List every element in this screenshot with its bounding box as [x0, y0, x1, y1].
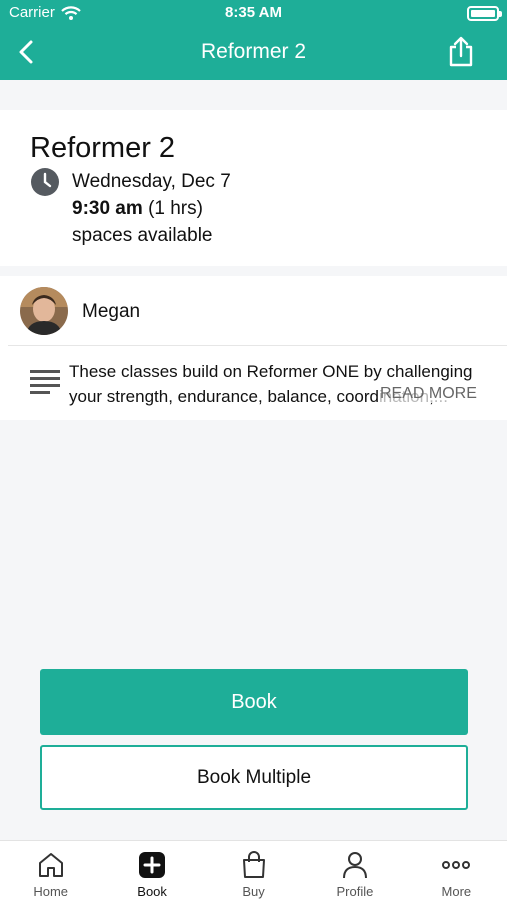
share-button[interactable] [445, 36, 477, 68]
tab-home[interactable]: Home [0, 841, 101, 900]
tab-bar: Home Book Buy Profile More [0, 840, 507, 900]
tab-profile-label: Profile [336, 884, 374, 899]
app-header: Carrier 8:35 AM Reformer 2 [0, 0, 507, 80]
tab-book[interactable]: Book [101, 841, 202, 900]
clock-icon [31, 168, 59, 196]
page-title: Reformer 2 [200, 40, 307, 63]
instructor-avatar[interactable] [20, 287, 68, 335]
ellipsis-icon [442, 861, 471, 869]
class-duration: (1 hrs) [148, 198, 203, 219]
tab-more[interactable]: More [406, 841, 507, 900]
battery-icon [467, 6, 502, 21]
tab-profile[interactable]: Profile [304, 841, 405, 900]
book-multiple-button[interactable]: Book Multiple [40, 745, 468, 810]
share-icon [449, 36, 473, 67]
tab-buy[interactable]: Buy [203, 841, 304, 900]
person-photo-icon [20, 287, 68, 335]
navigation-bar: Reformer 2 [0, 26, 507, 80]
plus-square-icon [139, 852, 166, 878]
class-details-card: Megan These classes build on Reformer ON… [0, 276, 507, 420]
class-start-time: 9:30 am [72, 198, 143, 219]
class-title: Reformer 2 [30, 132, 176, 164]
status-bar: Carrier 8:35 AM [0, 0, 507, 26]
spaces-available: spaces available [72, 225, 213, 246]
person-icon [342, 852, 367, 879]
status-time: 8:35 AM [225, 4, 282, 21]
instructor-name[interactable]: Megan [82, 301, 140, 323]
shopping-bag-icon [242, 851, 265, 878]
tab-buy-label: Buy [242, 884, 265, 899]
tab-home-label: Home [33, 884, 69, 899]
class-time: 9:30 am (1 hrs) [72, 198, 203, 220]
class-date: Wednesday, Dec 7 [72, 171, 231, 192]
read-more-link[interactable]: READ MORE [380, 385, 477, 403]
class-info-card: Reformer 2 Wednesday, Dec 7 9:30 am (1 h… [0, 110, 507, 266]
book-button[interactable]: Book [40, 669, 468, 735]
home-icon [38, 853, 63, 877]
tab-more-label: More [441, 884, 472, 899]
text-lines-icon [30, 370, 60, 394]
divider [8, 345, 507, 346]
tab-book-label: Book [137, 884, 167, 899]
